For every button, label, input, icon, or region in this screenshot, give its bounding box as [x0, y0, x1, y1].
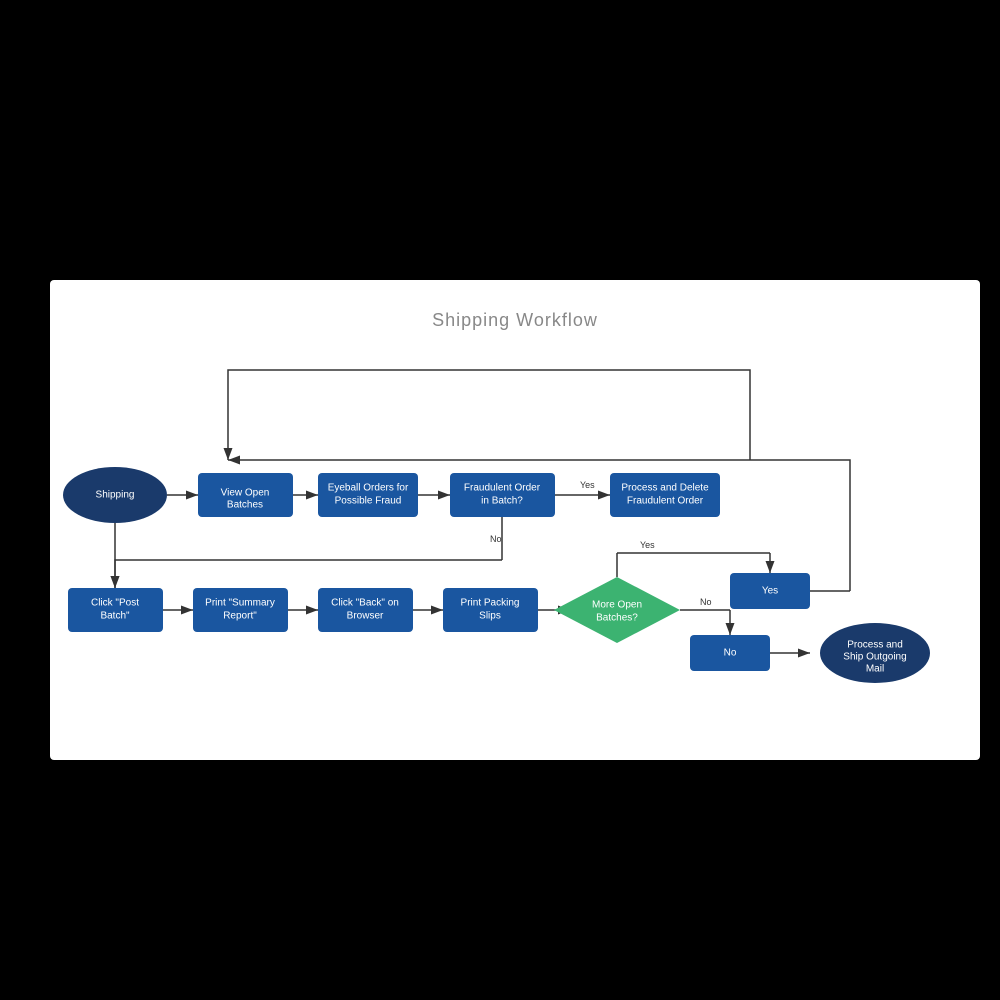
svg-text:Batch": Batch"	[100, 611, 130, 622]
svg-text:Print "Summary: Print "Summary	[205, 598, 275, 609]
diagram-area: Shipping Workflow Shipping View Open Bat…	[50, 280, 980, 760]
svg-text:Browser: Browser	[347, 611, 384, 622]
svg-text:Fraudulent Order: Fraudulent Order	[627, 496, 704, 507]
svg-text:No: No	[724, 648, 737, 659]
svg-text:Yes: Yes	[762, 586, 778, 597]
svg-text:Click "Back" on: Click "Back" on	[331, 598, 399, 609]
svg-text:Report": Report"	[223, 611, 257, 622]
no-label-1: No	[490, 534, 502, 544]
svg-text:Fraudulent Order: Fraudulent Order	[464, 483, 541, 494]
yes-label-1: Yes	[580, 480, 595, 490]
svg-text:Print Packing: Print Packing	[461, 598, 520, 609]
no-label-2: No	[700, 597, 712, 607]
svg-text:Batches?: Batches?	[596, 613, 638, 624]
svg-text:in Batch?: in Batch?	[481, 496, 523, 507]
svg-text:Click "Post: Click "Post	[91, 598, 139, 609]
svg-text:More Open: More Open	[592, 600, 642, 611]
svg-text:Slips: Slips	[479, 611, 501, 622]
svg-text:Mail: Mail	[866, 664, 884, 675]
svg-text:Process and Delete: Process and Delete	[621, 483, 709, 494]
svg-text:Possible Fraud: Possible Fraud	[335, 496, 402, 507]
svg-text:Eyeball Orders for: Eyeball Orders for	[328, 483, 409, 494]
view-open-batches-label: View Open	[221, 488, 270, 499]
svg-text:Process and: Process and	[847, 640, 903, 651]
yes-label-2: Yes	[640, 540, 655, 550]
shipping-label: Shipping	[96, 490, 135, 501]
svg-text:Batches: Batches	[227, 500, 263, 511]
svg-text:Ship Outgoing: Ship Outgoing	[843, 652, 906, 663]
